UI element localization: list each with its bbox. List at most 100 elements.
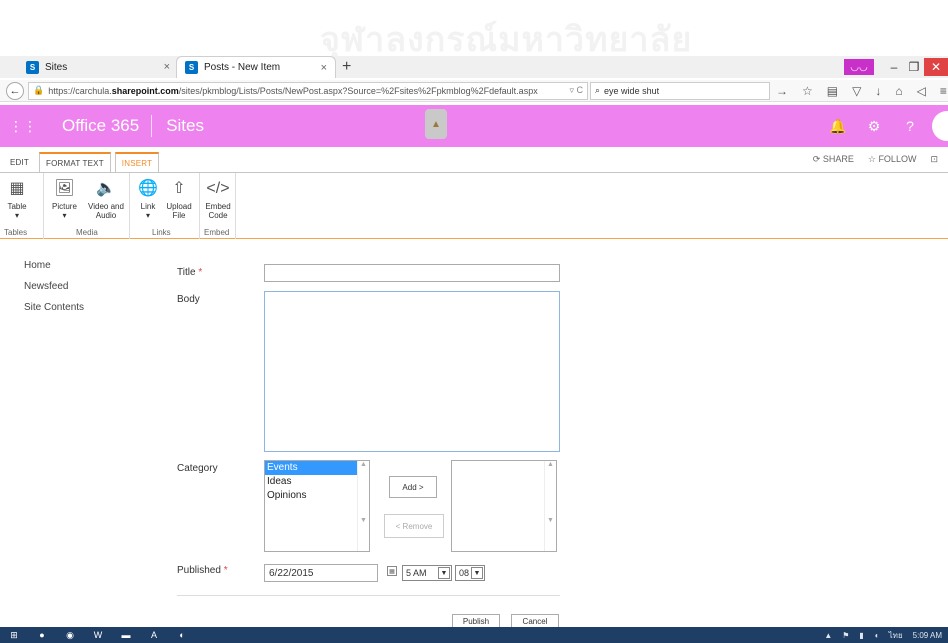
university-seal-logo: ▲ <box>425 109 447 139</box>
left-navigation: Home Newsfeed Site Contents <box>24 260 84 323</box>
chevron-down-icon: ▼ <box>471 567 483 579</box>
nav-item-site-contents[interactable]: Site Contents <box>24 302 84 323</box>
list-scrollbar[interactable]: ▲ ▼ <box>357 461 369 551</box>
body-label: Body <box>177 294 200 305</box>
category-selected-list[interactable]: ▲ ▼ <box>451 460 557 552</box>
maximize-button[interactable]: ❐ <box>904 60 924 74</box>
toolbar-icons: → ☆ ▤ ▽ ↓ ⌂ ◁ ≡ <box>776 84 947 98</box>
upload-icon: ⇧ <box>172 179 186 197</box>
category-option-events[interactable]: Events <box>265 461 357 475</box>
published-label: Published * <box>177 565 228 576</box>
sharepoint-icon: S <box>185 61 198 74</box>
group-label: Links <box>152 228 171 237</box>
word-icon[interactable]: W <box>84 627 112 643</box>
table-button[interactable]: ▦ Table ▾ <box>5 177 29 220</box>
help-icon[interactable]: ? <box>892 118 928 134</box>
settings-gear-icon[interactable]: ⚙ <box>856 118 892 135</box>
focus-icon[interactable]: ⊡ <box>930 154 938 165</box>
hour-select[interactable]: 5 AM ▼ <box>402 565 452 581</box>
chevron-down-icon: ▼ <box>438 567 450 579</box>
reading-list-icon[interactable]: ▤ <box>827 84 838 98</box>
paint-icon[interactable]: ◐ <box>168 627 196 643</box>
new-tab-button[interactable]: + <box>342 58 351 76</box>
publish-button[interactable]: Publish <box>452 614 500 627</box>
tab-label: Posts - New Item <box>204 62 281 73</box>
video-audio-button[interactable]: 🔈 Video and Audio <box>86 177 126 220</box>
table-icon: ▦ <box>9 179 25 197</box>
category-option-ideas[interactable]: Ideas <box>265 475 369 489</box>
firefox-icon[interactable]: ● <box>28 627 56 643</box>
minimize-button[interactable]: – <box>884 60 904 74</box>
app-launcher-icon[interactable]: ⋮⋮ <box>0 118 46 135</box>
close-window-button[interactable]: ✕ <box>924 58 948 76</box>
private-mask-icon: ◡◡ <box>844 59 874 75</box>
nav-item-home[interactable]: Home <box>24 260 84 281</box>
published-date-input[interactable]: 6/22/2015 <box>264 564 378 582</box>
taskbar: ⊞ ● ◉ W ▬ A ◐ ▲ ⚑ ▮ ◖ ไทย 5:09 AM <box>0 627 948 643</box>
form-divider <box>177 595 560 596</box>
search-input[interactable]: ⌕ eye wide shut <box>590 81 770 100</box>
pocket-icon[interactable]: ▽ <box>852 84 861 98</box>
category-available-list[interactable]: Events Ideas Opinions ▲ ▼ <box>264 460 370 552</box>
picture-icon: 🖼 <box>54 179 75 197</box>
tray-volume-icon[interactable]: ◖ <box>874 631 879 640</box>
category-option-opinions[interactable]: Opinions <box>265 489 369 503</box>
tray-network-icon[interactable]: ▮ <box>859 631 863 640</box>
avatar[interactable] <box>932 111 948 141</box>
menu-icon[interactable]: ≡ <box>940 84 947 98</box>
link-button[interactable]: 🌐 Link ▾ <box>136 177 160 220</box>
app-title[interactable]: Sites <box>152 116 204 136</box>
tray-clock[interactable]: 5:09 AM <box>913 631 942 640</box>
ribbon-group-links: 🌐 Link ▾ ⇧ Upload File Links <box>130 173 200 239</box>
send-icon[interactable]: ◁ <box>917 84 926 98</box>
close-icon[interactable]: × <box>164 61 170 73</box>
acrobat-icon[interactable]: A <box>140 627 168 643</box>
title-input[interactable] <box>264 264 560 282</box>
home-icon[interactable]: ⌂ <box>895 84 902 98</box>
calendar-icon[interactable]: ▦ <box>387 566 397 576</box>
back-button[interactable]: ← <box>6 81 24 100</box>
share-button[interactable]: ⟳ SHARE <box>813 154 854 165</box>
tray-language[interactable]: ไทย <box>889 629 903 642</box>
reload-icon[interactable]: ▿ C <box>569 85 587 96</box>
go-arrow-icon[interactable]: → <box>776 84 788 98</box>
upload-file-button[interactable]: ⇧ Upload File <box>164 177 194 220</box>
sharepoint-icon: S <box>26 60 39 74</box>
notification-bell-icon[interactable]: 🔔 <box>820 118 856 135</box>
lock-icon: 🔒 <box>33 85 45 95</box>
chrome-icon[interactable]: ◉ <box>56 627 84 643</box>
browser-tab-sites[interactable]: S Sites × <box>18 56 178 78</box>
tray-up-icon[interactable]: ▲ <box>824 631 832 640</box>
browser-tab-new-item[interactable]: S Posts - New Item × <box>176 56 336 78</box>
embed-code-button[interactable]: </> Embed Code <box>203 177 233 220</box>
bookmark-star-icon[interactable]: ☆ <box>802 84 813 98</box>
browser-tab-strip: S Sites × S Posts - New Item × + ◡◡ – ❐ … <box>0 56 948 78</box>
cancel-button[interactable]: Cancel <box>511 614 559 627</box>
remove-button[interactable]: < Remove <box>384 514 444 538</box>
nav-item-newsfeed[interactable]: Newsfeed <box>24 281 84 302</box>
explorer-icon[interactable]: ▬ <box>112 627 140 643</box>
group-label: Embed <box>204 228 230 237</box>
download-icon[interactable]: ↓ <box>875 84 881 98</box>
search-value: eye wide shut <box>604 85 660 96</box>
tray-flag-icon[interactable]: ⚑ <box>842 631 849 640</box>
add-button[interactable]: Add > <box>389 476 437 498</box>
close-icon[interactable]: × <box>321 62 327 74</box>
minute-select[interactable]: 08 ▼ <box>455 565 485 581</box>
body-editor[interactable] <box>264 291 560 452</box>
video-audio-icon: 🔈 <box>96 179 116 197</box>
start-icon[interactable]: ⊞ <box>0 627 28 643</box>
address-bar[interactable]: 🔒 https://carchula.sharepoint.com/sites/… <box>28 81 588 100</box>
list-scrollbar[interactable]: ▲ ▼ <box>544 461 556 551</box>
brand-title[interactable]: Office 365 <box>46 116 151 136</box>
tab-insert[interactable]: INSERT <box>114 152 160 172</box>
picture-button[interactable]: 🖼 Picture ▾ <box>52 177 77 220</box>
follow-button[interactable]: ☆ FOLLOW <box>868 154 917 165</box>
code-icon: </> <box>206 179 230 197</box>
group-label: Tables <box>4 228 28 237</box>
window-controls: ◡◡ – ❐ ✕ <box>844 56 948 78</box>
ribbon-tabs: EDIT FORMAT TEXT INSERT ⟳ SHARE ☆ FOLLOW… <box>0 150 948 172</box>
tab-edit[interactable]: EDIT <box>4 152 35 172</box>
tab-format-text[interactable]: FORMAT TEXT <box>39 152 111 172</box>
navigation-bar: ← 🔒 https://carchula.sharepoint.com/site… <box>0 80 948 102</box>
